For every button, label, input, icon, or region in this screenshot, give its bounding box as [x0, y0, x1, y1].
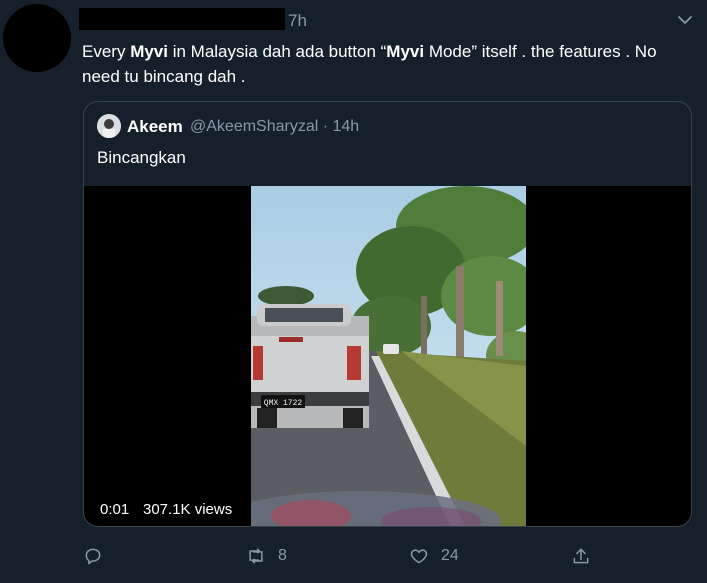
video-player[interactable]: QMX 1722 0:01 307.1K views — [84, 186, 691, 526]
tweet-actions: 8 24 — [0, 546, 707, 572]
quoted-avatar — [97, 114, 121, 138]
retweet-icon — [249, 548, 263, 564]
tweet-text-bold: Myvi — [130, 42, 168, 61]
share-button[interactable] — [571, 546, 591, 566]
retweet-button[interactable]: 8 — [246, 546, 287, 566]
like-icon — [410, 549, 428, 564]
quoted-handle-time: @AkeemSharyzal · 14h — [190, 118, 360, 135]
quoted-text: Bincangkan — [97, 148, 186, 167]
video-frame: QMX 1722 — [251, 186, 526, 526]
tweet-text-part: in Malaysia dah ada button “ — [167, 42, 387, 61]
chevron-down-icon[interactable] — [676, 11, 694, 29]
quoted-author-name[interactable]: Akeem — [127, 117, 183, 137]
like-count: 24 — [441, 547, 459, 564]
video-views: 307.1K views — [137, 498, 239, 521]
retweet-count: 8 — [278, 547, 287, 564]
share-icon — [573, 548, 589, 564]
redacted-username — [79, 8, 285, 30]
quoted-tweet[interactable]: Akeem @AkeemSharyzal · 14h Bincangkan QM… — [83, 101, 692, 527]
like-button[interactable]: 24 — [409, 546, 459, 566]
reply-icon — [85, 548, 101, 565]
tweet-time[interactable]: 7h — [288, 11, 307, 31]
license-plate: QMX 1722 — [264, 399, 303, 408]
tweet-text-part: Every — [82, 42, 131, 61]
tweet-text-bold: Myvi — [386, 42, 425, 61]
tweet-text: Every Myvi in Malaysia dah ada button “M… — [82, 39, 698, 89]
reply-button[interactable] — [83, 546, 103, 566]
video-duration: 0:01 — [94, 498, 136, 521]
avatar[interactable] — [3, 4, 71, 72]
